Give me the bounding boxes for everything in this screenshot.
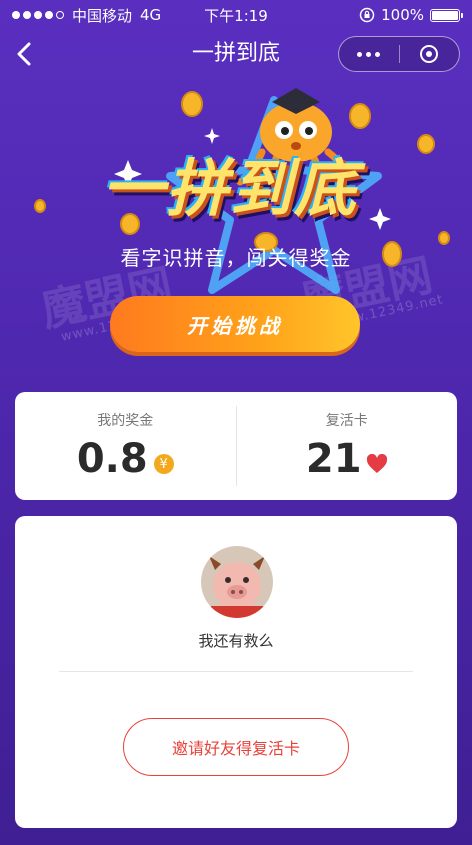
bonus-value-row: 0.8 ¥	[77, 436, 174, 482]
more-button[interactable]	[339, 37, 399, 71]
invite-friends-button[interactable]: 邀请好友得复活卡	[123, 718, 349, 776]
hero-slogan: 看字识拼音，闯关得奖金	[120, 246, 352, 270]
stats-card: 我的奖金 0.8 ¥ 复活卡 21	[15, 392, 457, 500]
close-mini-program-button[interactable]	[400, 37, 460, 71]
bonus-value: 0.8	[76, 436, 148, 482]
invite-card: 我还有救么 邀请好友得复活卡	[15, 516, 457, 828]
battery-icon	[430, 8, 463, 22]
bonus-stat: 我的奖金 0.8 ¥	[15, 392, 236, 500]
status-time: 下午1:19	[204, 6, 268, 25]
status-bar: 中国移动 4G 下午1:19 100%	[0, 0, 472, 30]
avatar-caption: 我还有救么	[198, 632, 274, 650]
more-dots-icon	[357, 51, 381, 57]
bonus-label: 我的奖金	[97, 413, 154, 429]
yen-coin-icon: ¥	[153, 454, 174, 474]
invite-divider	[59, 671, 413, 672]
pig-avatar	[201, 546, 273, 618]
target-ring-icon	[420, 45, 439, 63]
mini-program-capsule	[338, 36, 460, 72]
nav-bar: 一拼到底	[0, 30, 472, 78]
hero-logo-text: 一拼到底	[101, 152, 358, 225]
pig-avatar-image	[201, 546, 273, 618]
hero-banner: 一拼到底 看字识拼音，闯关得奖金 开始挑战	[0, 78, 472, 388]
heart-icon	[366, 454, 387, 473]
revive-stat: 复活卡 21	[237, 392, 458, 500]
start-challenge-button[interactable]: 开始挑战	[110, 296, 360, 352]
revive-value-row: 21	[306, 436, 388, 482]
screen: 中国移动 4G 下午1:19 100% 一拼到底 魔盟网 魔盟网 www.123…	[0, 0, 472, 845]
revive-value: 21	[305, 436, 362, 482]
revive-label: 复活卡	[325, 413, 368, 429]
